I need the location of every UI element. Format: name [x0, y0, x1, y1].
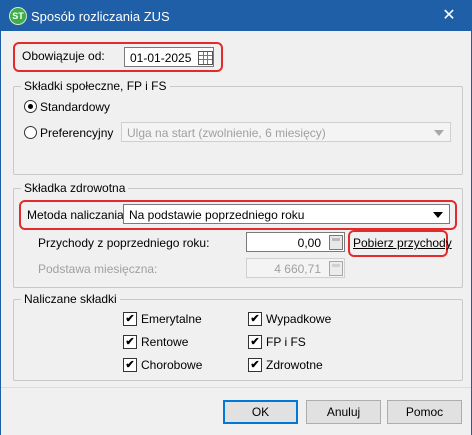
checkbox-emerytalne[interactable]: ✔: [123, 312, 137, 326]
contributions-group: Naliczane składki: [13, 292, 463, 381]
label-chorobowe[interactable]: Chorobowe: [141, 358, 202, 372]
method-label: Metoda naliczania: [27, 208, 124, 222]
label-fp-fs[interactable]: FP i FS: [266, 335, 306, 349]
close-button[interactable]: ✕: [427, 1, 471, 31]
calculator-icon: [329, 261, 343, 276]
dialog-window: ST Sposób rozliczania ZUS ✕ Obowiązuje o…: [0, 0, 472, 435]
base-value: 4 660,71: [274, 262, 321, 276]
base-label: Podstawa miesięczna:: [38, 262, 158, 276]
preferential-label[interactable]: Preferencyjny: [40, 126, 113, 140]
title-bar[interactable]: ST Sposób rozliczania ZUS ✕: [1, 1, 471, 31]
effective-date-label: Obowiązuje od:: [22, 49, 105, 63]
standard-radio[interactable]: [24, 100, 37, 113]
method-value: Na podstawie poprzedniego roku: [129, 208, 305, 222]
dropdown-arrow-icon: [434, 130, 444, 136]
preferential-radio[interactable]: [24, 126, 37, 139]
label-rentowe[interactable]: Rentowe: [141, 335, 188, 349]
preferential-type-value: Ulga na start (zwolnienie, 6 miesięcy): [127, 126, 326, 140]
label-emerytalne[interactable]: Emerytalne: [141, 312, 202, 326]
standard-label[interactable]: Standardowy: [40, 100, 110, 114]
ok-button[interactable]: OK: [223, 400, 298, 424]
fetch-income-link[interactable]: Pobierz przychody: [353, 236, 452, 250]
checkbox-chorobowe[interactable]: ✔: [123, 358, 137, 372]
checkbox-rentowe[interactable]: ✔: [123, 335, 137, 349]
effective-date-value: 01-01-2025: [130, 51, 192, 65]
income-value: 0,00: [297, 236, 321, 250]
window-title: Sposób rozliczania ZUS: [31, 9, 170, 24]
label-wypadkowe[interactable]: Wypadkowe: [266, 312, 331, 326]
checkbox-zdrowotne[interactable]: ✔: [248, 358, 262, 372]
radio-selected-dot: [28, 104, 33, 109]
base-field: 4 660,71: [246, 258, 345, 278]
calculator-icon[interactable]: [329, 235, 343, 250]
calendar-icon[interactable]: [198, 51, 213, 65]
checkbox-wypadkowe[interactable]: ✔: [248, 312, 262, 326]
preferential-type-select: Ulga na start (zwolnienie, 6 miesięcy): [121, 122, 451, 142]
contributions-group-title: Naliczane składki: [21, 292, 120, 306]
effective-date-field[interactable]: 01-01-2025: [124, 47, 214, 67]
method-select[interactable]: Na podstawie poprzedniego roku: [123, 204, 450, 224]
app-logo-icon: ST: [9, 7, 27, 25]
dropdown-arrow-icon: [433, 212, 443, 218]
checkbox-fp-fs[interactable]: ✔: [248, 335, 262, 349]
health-group-title: Składka zdrowotna: [21, 181, 129, 195]
help-button[interactable]: Pomoc: [387, 400, 462, 424]
label-zdrowotne[interactable]: Zdrowotne: [266, 358, 323, 372]
dialog-footer: OK Anuluj Pomoc: [1, 387, 471, 435]
social-group-title: Składki społeczne, FP i FS: [21, 79, 170, 93]
income-field[interactable]: 0,00: [246, 232, 345, 252]
cancel-button[interactable]: Anuluj: [306, 400, 381, 424]
income-label: Przychody z poprzedniego roku:: [38, 236, 210, 250]
